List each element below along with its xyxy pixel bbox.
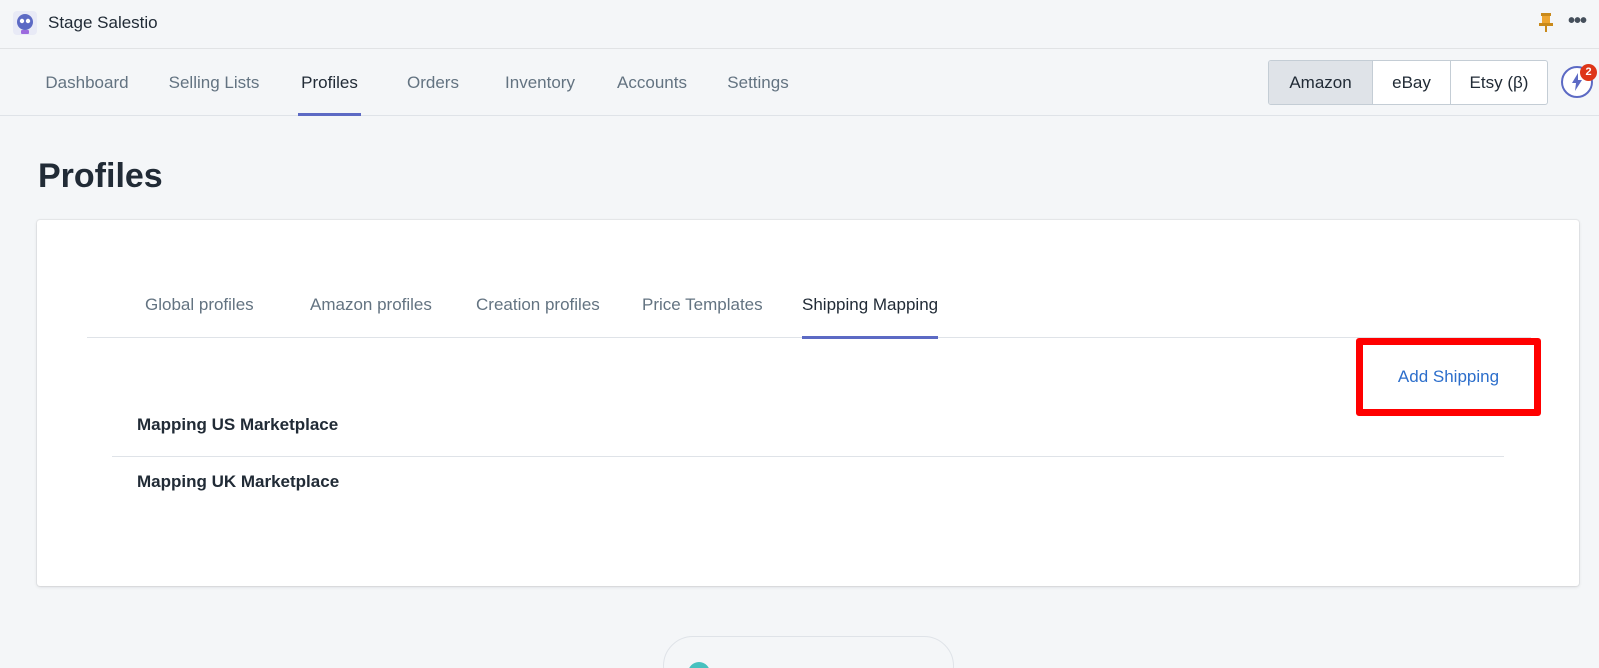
tab-amazon-profiles[interactable]: Amazon profiles	[310, 280, 432, 338]
more-options-icon[interactable]: •••	[1568, 10, 1587, 33]
marketplace-ebay-button[interactable]: eBay	[1373, 61, 1451, 104]
list-item[interactable]: Mapping UK Marketplace	[112, 456, 1504, 512]
profiles-card: Global profiles Amazon profiles Creation…	[37, 220, 1579, 586]
marketplace-amazon-button[interactable]: Amazon	[1269, 61, 1373, 104]
tab-price-templates[interactable]: Price Templates	[642, 280, 763, 338]
marketplace-switcher: Amazon eBay Etsy (β)	[1268, 60, 1548, 105]
app-bar: Stage Salestio •••	[0, 0, 1599, 49]
help-icon	[688, 662, 710, 668]
nav-item-settings[interactable]: Settings	[726, 49, 790, 116]
robot-logo-icon	[13, 11, 37, 35]
notification-count-badge: 2	[1580, 64, 1597, 81]
pin-icon[interactable]	[1537, 12, 1555, 32]
nav-item-selling-lists[interactable]: Selling Lists	[168, 49, 260, 116]
app-title: Stage Salestio	[48, 13, 158, 32]
list-item[interactable]: Mapping US Marketplace	[112, 400, 1504, 456]
tab-shipping-mapping[interactable]: Shipping Mapping	[802, 280, 939, 339]
tab-creation-profiles[interactable]: Creation profiles	[476, 280, 600, 338]
nav-item-profiles[interactable]: Profiles	[298, 49, 361, 116]
shipping-mapping-list: Mapping US Marketplace Mapping UK Market…	[112, 400, 1504, 512]
help-footer-pill[interactable]	[663, 636, 954, 668]
nav-item-orders[interactable]: Orders	[406, 49, 460, 116]
tab-global-profiles[interactable]: Global profiles	[145, 280, 254, 338]
nav-item-dashboard[interactable]: Dashboard	[44, 49, 130, 116]
nav-item-inventory[interactable]: Inventory	[503, 49, 577, 116]
marketplace-etsy-button[interactable]: Etsy (β)	[1451, 61, 1547, 104]
main-navigation: Dashboard Selling Lists Profiles Orders …	[0, 49, 1599, 116]
profile-tabs: Global profiles Amazon profiles Creation…	[87, 280, 1531, 339]
nav-item-accounts[interactable]: Accounts	[616, 49, 688, 116]
notifications-button[interactable]: 2	[1561, 64, 1597, 98]
page-title: Profiles	[38, 157, 163, 195]
